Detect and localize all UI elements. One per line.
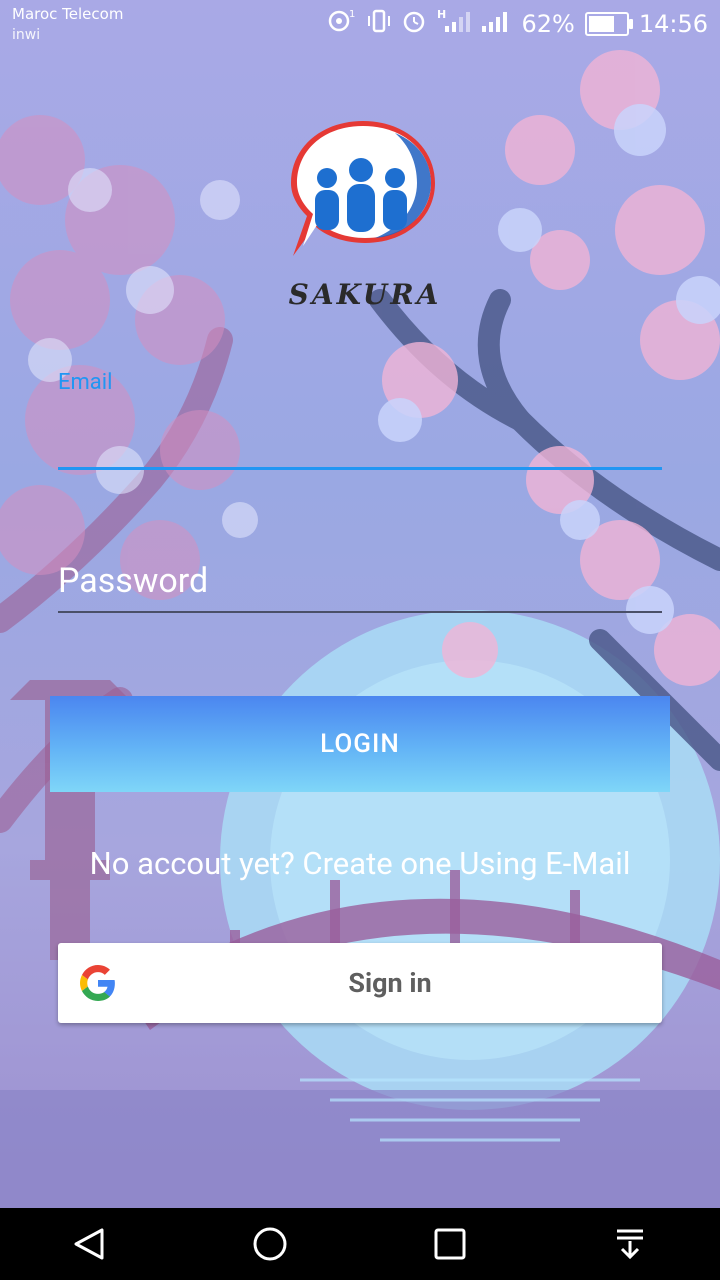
email-underline xyxy=(58,467,662,470)
email-field[interactable]: Email xyxy=(58,370,662,470)
back-button[interactable] xyxy=(55,1214,125,1274)
hotspot-icon: 1 xyxy=(327,8,357,40)
login-button[interactable]: LOGIN xyxy=(50,696,670,792)
home-button[interactable] xyxy=(235,1214,305,1274)
email-label: Email xyxy=(58,370,113,395)
recents-icon xyxy=(434,1228,466,1260)
app-logo xyxy=(285,118,440,258)
carrier-primary: Maroc Telecom xyxy=(12,5,124,23)
google-icon xyxy=(80,965,116,1001)
signal-icon xyxy=(481,8,511,40)
signal-h-icon: H xyxy=(437,8,471,40)
svg-text:H: H xyxy=(437,8,446,21)
create-account-link[interactable]: No accout yet? Create one Using E-Mail xyxy=(0,845,720,882)
google-signin-label: Sign in xyxy=(348,967,432,999)
carrier-secondary: inwi xyxy=(12,27,41,43)
password-placeholder: Password xyxy=(58,561,209,601)
battery-percent: 62% xyxy=(521,10,575,38)
status-icons: 1 H 62% 14:56 xyxy=(327,8,708,40)
email-input[interactable] xyxy=(58,418,662,464)
password-underline xyxy=(58,611,662,613)
password-field[interactable]: Password xyxy=(58,555,662,613)
system-nav-bar xyxy=(0,1208,720,1280)
notifications-pull-button[interactable] xyxy=(595,1214,665,1274)
vibrate-icon xyxy=(367,8,391,40)
status-bar: Maroc Telecom inwi 1 H 62% 14:56 xyxy=(0,0,720,50)
recents-button[interactable] xyxy=(415,1214,485,1274)
google-signin-button[interactable]: Sign in xyxy=(58,943,662,1023)
notifications-pull-icon xyxy=(617,1229,643,1260)
brand-name: SAKURA xyxy=(288,278,442,311)
clock: 14:56 xyxy=(638,10,708,38)
svg-text:1: 1 xyxy=(349,9,355,20)
home-icon xyxy=(253,1227,287,1261)
battery-icon xyxy=(584,12,633,36)
back-icon xyxy=(74,1228,104,1260)
alarm-icon xyxy=(401,8,427,40)
